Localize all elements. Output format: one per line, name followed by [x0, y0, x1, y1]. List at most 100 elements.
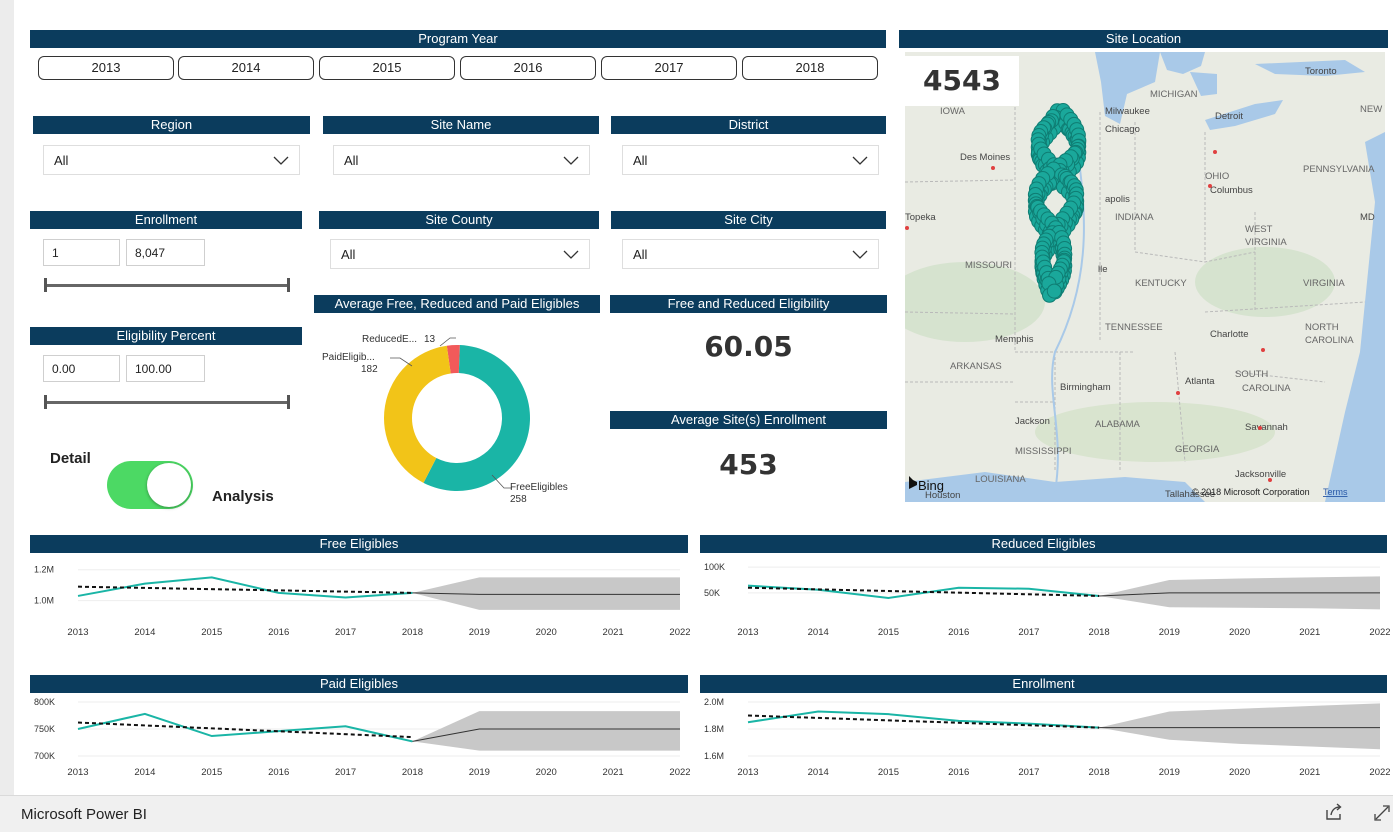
toggle-right-label: Analysis [212, 488, 274, 505]
free-eligibles-header: Free Eligibles [30, 535, 688, 553]
eligibility-range-slider[interactable] [44, 395, 290, 409]
toggle-left-label: Detail [50, 450, 91, 467]
slider-track [44, 401, 290, 404]
forecast-band [412, 711, 680, 750]
x-tick-label: 2017 [1018, 627, 1039, 638]
year-button-2017[interactable]: 2017 [601, 56, 737, 80]
paid-eligibles-header: Paid Eligibles [30, 675, 688, 693]
map-label: Charlotte [1210, 329, 1249, 340]
city-dot [1261, 348, 1265, 352]
free-value: 258 [510, 494, 527, 505]
reduced-value: 13 [424, 334, 436, 345]
detail-analysis-toggle[interactable] [107, 461, 193, 509]
map-label: apolis [1105, 194, 1130, 205]
year-button-2018[interactable]: 2018 [742, 56, 878, 80]
x-tick-label: 2019 [469, 627, 490, 638]
slider-handle-max[interactable] [287, 278, 290, 292]
city-dot [905, 226, 909, 230]
y-tick-label: 50K [704, 588, 720, 598]
site-name-dropdown[interactable]: All [333, 145, 590, 175]
slider-handle-max[interactable] [287, 395, 290, 409]
x-tick-label: 2013 [67, 627, 88, 638]
year-button-2016[interactable]: 2016 [460, 56, 596, 80]
y-tick-label: 1.6M [704, 751, 724, 761]
forecast-band [1099, 703, 1380, 749]
site-county-value: All [341, 247, 355, 262]
x-tick-label: 2018 [402, 627, 423, 638]
x-tick-label: 2015 [201, 627, 222, 638]
paid-label: PaidEligib... [322, 352, 375, 363]
slider-handle-min[interactable] [44, 395, 47, 409]
donut-header: Average Free, Reduced and Paid Eligibles [314, 295, 600, 313]
trend-line [78, 587, 412, 593]
x-tick-label: 2022 [669, 627, 690, 638]
x-tick-label: 2020 [536, 767, 557, 778]
x-tick-label: 2014 [134, 627, 155, 638]
free-reduced-header: Free and Reduced Eligibility [610, 295, 887, 313]
x-tick-label: 2016 [268, 627, 289, 638]
expand-icon[interactable] [1373, 801, 1391, 823]
toggle-knob [147, 463, 191, 507]
x-tick-label: 2014 [134, 767, 155, 778]
free-reduced-value: 60.05 [610, 330, 887, 363]
reduced-leader-line [440, 338, 456, 346]
map-label: Memphis [995, 334, 1034, 345]
map-terms-link[interactable]: Terms [1323, 487, 1348, 497]
district-value: All [633, 153, 647, 168]
region-dropdown[interactable]: All [43, 145, 300, 175]
site-city-value: All [633, 247, 647, 262]
x-tick-label: 2015 [878, 627, 899, 638]
map-label: SOUTH [1235, 369, 1268, 380]
enrollment-max-input[interactable]: 8,047 [126, 239, 205, 266]
site-location-map[interactable]: TorontoMICHIGANIOWAMilwaukeeChicagoDetro… [905, 52, 1385, 502]
map-label: ALABAMA [1095, 419, 1141, 430]
trend-line [748, 588, 1099, 596]
map-label: NORTH [1305, 322, 1339, 333]
map-label: OHIO [1205, 171, 1229, 182]
reduced-eligibles-header: Reduced Eligibles [700, 535, 1387, 553]
map-label: MD [1360, 212, 1375, 223]
footer-bar: Microsoft Power BI [0, 795, 1393, 832]
site-city-dropdown[interactable]: All [622, 239, 879, 269]
x-tick-label: 2020 [536, 627, 557, 638]
free-label: FreeEligibles [510, 482, 568, 493]
site-count-value: 4543 [905, 56, 1019, 106]
district-dropdown[interactable]: All [622, 145, 879, 175]
enrollment-filter-header: Enrollment [30, 211, 302, 229]
y-tick-label: 800K [34, 697, 55, 707]
city-dot [1213, 150, 1217, 154]
city-dot [1258, 426, 1262, 430]
year-button-2015[interactable]: 2015 [319, 56, 455, 80]
y-tick-label: 100K [704, 562, 725, 572]
eligibility-max-input[interactable]: 100.00 [126, 355, 205, 382]
x-tick-label: 2022 [1369, 767, 1390, 778]
map-label: KENTUCKY [1135, 278, 1187, 289]
enrollment-range-slider[interactable] [44, 278, 290, 292]
map-label: WEST [1245, 224, 1273, 235]
x-tick-label: 2021 [1299, 627, 1320, 638]
chevron-down-icon [852, 246, 868, 262]
year-button-2014[interactable]: 2014 [178, 56, 314, 80]
x-tick-label: 2016 [948, 767, 969, 778]
map-label: CAROLINA [1242, 383, 1291, 394]
x-tick-label: 2022 [1369, 627, 1390, 638]
x-tick-label: 2018 [1089, 627, 1110, 638]
year-button-2013[interactable]: 2013 [38, 56, 174, 80]
slider-handle-min[interactable] [44, 278, 47, 292]
y-tick-label: 1.8M [704, 724, 724, 734]
x-tick-label: 2014 [808, 767, 829, 778]
enrollment-header: Enrollment [700, 675, 1387, 693]
map-label: GEORGIA [1175, 444, 1220, 455]
share-icon[interactable] [1323, 801, 1345, 823]
map-label: PENNSYLVANIA [1303, 164, 1375, 175]
eligibility-min-input[interactable]: 0.00 [43, 355, 120, 382]
enrollment-min-input[interactable]: 1 [43, 239, 120, 266]
program-year-header: Program Year [30, 30, 886, 48]
x-tick-label: 2016 [948, 627, 969, 638]
site-city-header: Site City [611, 211, 886, 229]
x-tick-label: 2017 [335, 627, 356, 638]
map-label: Columbus [1210, 185, 1253, 196]
site-county-dropdown[interactable]: All [330, 239, 590, 269]
free-eligibles-chart: 1.2M1.0M20132014201520162017201820192020… [30, 556, 690, 642]
map-label: MISSOURI [965, 260, 1012, 271]
